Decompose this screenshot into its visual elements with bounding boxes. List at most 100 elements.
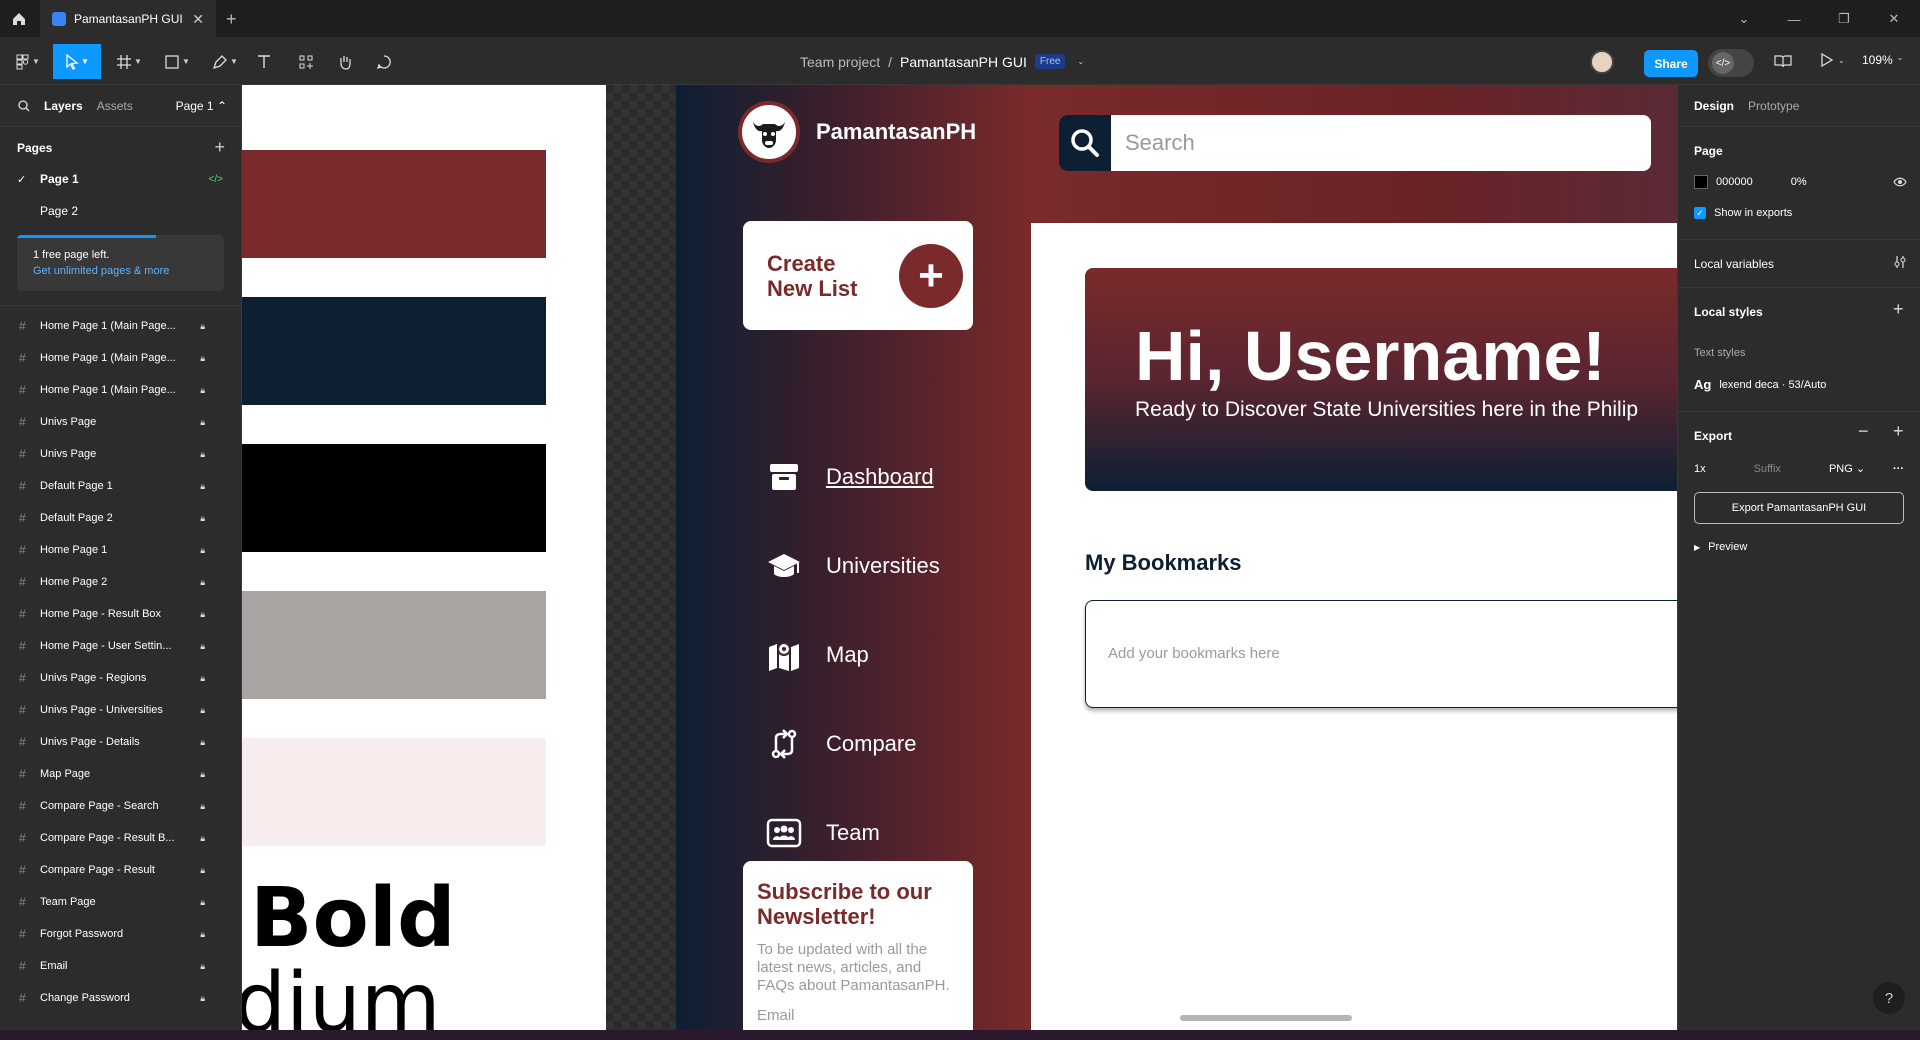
tab-design[interactable]: Design <box>1694 99 1734 113</box>
restore-icon[interactable]: ❐ <box>1824 0 1864 38</box>
search-input[interactable]: Search <box>1111 130 1195 156</box>
tab-prototype[interactable]: Prototype <box>1748 99 1799 113</box>
layer-item[interactable]: # Home Page 2 🔒︎ <box>0 566 241 598</box>
nav-dashboard[interactable]: Dashboard <box>764 457 934 497</box>
local-variables-title[interactable]: Local variables <box>1694 257 1774 271</box>
home-icon[interactable] <box>0 0 38 38</box>
create-new-list-button[interactable]: Create New List + <box>743 221 973 330</box>
checkbox-checked-icon[interactable]: ✓ <box>1694 207 1706 219</box>
chevron-down-icon[interactable]: ⌄ <box>1724 0 1764 38</box>
type-sample-bold[interactable]: Bold <box>250 878 456 960</box>
canvas[interactable]: Bold dium PamantasanPH Create New List +… <box>242 85 1677 1030</box>
search-icon[interactable] <box>18 99 30 112</box>
layer-item[interactable]: # Compare Page - Result B... 🔒︎ <box>0 822 241 854</box>
add-page-icon[interactable]: + <box>214 137 225 158</box>
team-name[interactable]: Team project <box>800 54 880 70</box>
lock-icon[interactable]: 🔒︎ <box>200 417 205 428</box>
layer-item[interactable]: # Univs Page - Universities 🔒︎ <box>0 694 241 726</box>
file-tab[interactable]: PamantasanPH GUI ✕ <box>40 0 216 38</box>
lock-icon[interactable]: 🔒︎ <box>200 769 205 780</box>
tab-layers[interactable]: Layers <box>44 99 83 113</box>
lock-icon[interactable]: 🔒︎ <box>200 801 205 812</box>
page-color-value[interactable]: 000000 <box>1716 176 1753 188</box>
main-menu-button[interactable]: ▼ <box>10 44 46 79</box>
layer-item[interactable]: # Home Page - User Settin... 🔒︎ <box>0 630 241 662</box>
lock-icon[interactable]: 🔒︎ <box>200 577 205 588</box>
color-swatch-navy[interactable] <box>242 297 546 405</box>
home-page-frame[interactable]: PamantasanPH Create New List + Dashboard… <box>676 85 1677 1030</box>
layer-item[interactable]: # Map Page 🔒︎ <box>0 758 241 790</box>
layer-item[interactable]: # Home Page 1 (Main Page... 🔒︎ <box>0 342 241 374</box>
text-tool[interactable] <box>252 44 276 79</box>
nav-universities[interactable]: Universities <box>764 546 940 586</box>
chevron-down-icon[interactable]: ⌄ <box>1077 57 1084 66</box>
move-tool[interactable]: ▼ <box>53 44 101 79</box>
lock-icon[interactable]: 🔒︎ <box>200 897 205 908</box>
library-icon[interactable] <box>1774 53 1792 69</box>
lock-icon[interactable]: 🔒︎ <box>200 833 205 844</box>
export-format-select[interactable]: PNG ⌄ <box>1829 462 1865 475</box>
lock-icon[interactable]: 🔒︎ <box>200 865 205 876</box>
sliders-icon[interactable] <box>1893 255 1907 269</box>
page-item[interactable]: Page 2 <box>0 195 241 227</box>
color-swatch-maroon[interactable] <box>242 150 546 258</box>
nav-compare[interactable]: Compare <box>764 724 916 764</box>
horizontal-scrollbar[interactable] <box>1180 1015 1352 1021</box>
text-style-item[interactable]: Ag lexend deca · 53/Auto <box>1694 377 1826 392</box>
lock-icon[interactable]: 🔒︎ <box>200 513 205 524</box>
layer-item[interactable]: # Home Page 1 (Main Page... 🔒︎ <box>0 374 241 406</box>
lock-icon[interactable]: 🔒︎ <box>200 353 205 364</box>
page-opacity-value[interactable]: 0% <box>1791 176 1807 188</box>
color-swatch-black[interactable] <box>242 444 546 552</box>
close-tab-icon[interactable]: ✕ <box>192 11 204 28</box>
upsell-link[interactable]: Get unlimited pages & more <box>33 265 208 277</box>
show-in-exports-row[interactable]: ✓ Show in exports <box>1694 207 1792 219</box>
lock-icon[interactable]: 🔒︎ <box>200 321 205 332</box>
page-item[interactable]: ✓ Page 1 </> <box>0 163 241 195</box>
layer-item[interactable]: # Team Page 🔒︎ <box>0 886 241 918</box>
file-name[interactable]: PamantasanPH GUI <box>900 54 1027 70</box>
pen-tool[interactable]: ▼ <box>206 44 244 79</box>
comment-tool[interactable] <box>372 44 396 79</box>
search-bar[interactable]: Search <box>1059 115 1651 171</box>
preview-toggle[interactable]: ▶ Preview <box>1694 541 1747 553</box>
bookmarks-box[interactable]: Add your bookmarks here <box>1085 600 1677 708</box>
present-button[interactable]: ⌄ <box>1820 52 1845 68</box>
color-chip[interactable] <box>1694 175 1708 189</box>
new-tab-icon[interactable]: + <box>226 9 237 29</box>
more-options-icon[interactable]: ··· <box>1893 463 1904 475</box>
lock-icon[interactable]: 🔒︎ <box>200 641 205 652</box>
layer-item[interactable]: # Home Page 1 (Main Page... 🔒︎ <box>0 310 241 342</box>
lock-icon[interactable]: 🔒︎ <box>200 993 205 1004</box>
dev-mode-toggle[interactable]: </> <box>1708 49 1754 77</box>
lock-icon[interactable]: 🔒︎ <box>200 609 205 620</box>
layer-item[interactable]: # Univs Page 🔒︎ <box>0 406 241 438</box>
nav-team[interactable]: Team <box>764 813 880 853</box>
color-swatch-gray[interactable] <box>242 591 546 699</box>
layer-item[interactable]: # Forgot Password 🔒︎ <box>0 918 241 950</box>
layer-item[interactable]: # Email 🔒︎ <box>0 950 241 982</box>
search-icon[interactable] <box>1059 115 1111 171</box>
layer-item[interactable]: # Univs Page 🔒︎ <box>0 438 241 470</box>
frame-tool[interactable]: ▼ <box>110 44 148 79</box>
layer-item[interactable]: # Default Page 1 🔒︎ <box>0 470 241 502</box>
hand-tool[interactable] <box>333 44 357 79</box>
layer-item[interactable]: # Univs Page - Regions 🔒︎ <box>0 662 241 694</box>
export-suffix-input[interactable]: Suffix <box>1754 463 1781 475</box>
lock-icon[interactable]: 🔒︎ <box>200 481 205 492</box>
layer-item[interactable]: # Home Page - Result Box 🔒︎ <box>0 598 241 630</box>
export-scale[interactable]: 1x <box>1694 463 1706 475</box>
lock-icon[interactable]: 🔒︎ <box>200 961 205 972</box>
page-selector[interactable]: Page 1 ⌃ <box>176 99 227 113</box>
share-button[interactable]: Share <box>1644 50 1698 77</box>
export-button[interactable]: Export PamantasanPH GUI <box>1694 492 1904 524</box>
lock-icon[interactable]: 🔒︎ <box>200 449 205 460</box>
add-export-icon[interactable]: + <box>1893 421 1904 442</box>
newsletter-email-input[interactable]: Email <box>757 1007 959 1024</box>
layer-item[interactable]: # Home Page 1 🔒︎ <box>0 534 241 566</box>
shape-tool[interactable]: ▼ <box>158 44 196 79</box>
nav-map[interactable]: Map <box>764 635 869 675</box>
lock-icon[interactable]: 🔒︎ <box>200 705 205 716</box>
lock-icon[interactable]: 🔒︎ <box>200 385 205 396</box>
layer-item[interactable]: # Compare Page - Result 🔒︎ <box>0 854 241 886</box>
